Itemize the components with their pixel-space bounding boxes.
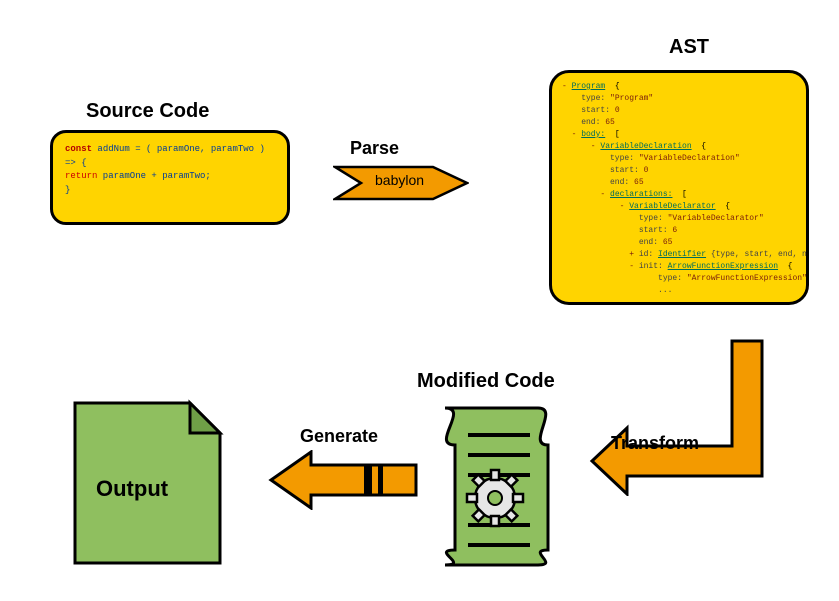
parse-arrow-icon: babylon <box>333 165 469 201</box>
gear-icon <box>467 470 523 526</box>
ast-l6: - VariableDeclaration { <box>562 141 796 153</box>
ast-l8: start: 0 <box>562 165 796 177</box>
ast-l4: end: 65 <box>562 117 796 129</box>
ast-l16: - init: ArrowFunctionExpression { <box>562 261 796 273</box>
transform-arrow-wrap <box>587 336 767 496</box>
ast-l2: type: "Program" <box>562 93 796 105</box>
ast-l14: end: 65 <box>562 237 796 249</box>
generate-label: Generate <box>300 426 378 447</box>
ast-l5: - body: [ <box>562 129 796 141</box>
diagram-canvas: Source Code const addNum = ( paramOne, p… <box>0 0 839 601</box>
output-title: Output <box>96 476 168 502</box>
generate-arrow-icon <box>266 450 421 510</box>
kw-return: return <box>65 171 97 181</box>
source-line-3: } <box>65 184 275 198</box>
source-rest-1: addNum = ( paramOne, paramTwo ) => { <box>65 144 265 168</box>
source-code-box: const addNum = ( paramOne, paramTwo ) =>… <box>50 130 290 225</box>
source-line-1: const addNum = ( paramOne, paramTwo ) =>… <box>65 143 275 170</box>
ast-l18: ... <box>562 285 796 297</box>
parse-arrow-wrap: babylon <box>333 165 469 201</box>
kw-const: const <box>65 144 92 154</box>
ast-l10: - declarations: [ <box>562 189 796 201</box>
ast-l3: start: 0 <box>562 105 796 117</box>
parse-tool-label: babylon <box>375 172 424 188</box>
ast-box: - Program { type: "Program" start: 0 end… <box>549 70 809 305</box>
ast-l11: - VariableDeclarator { <box>562 201 796 213</box>
ast-l17: type: "ArrowFunctionExpression" <box>562 273 796 285</box>
source-line-2: return paramOne + paramTwo; <box>65 170 275 184</box>
modified-code-scroll-icon <box>430 400 560 570</box>
ast-l1: - Program { <box>562 81 796 93</box>
ast-title: AST <box>669 36 709 59</box>
ast-l9: end: 65 <box>562 177 796 189</box>
parse-label: Parse <box>350 138 399 159</box>
ast-l13: start: 6 <box>562 225 796 237</box>
ast-l15: + id: Identifier {type, start, end, name… <box>562 249 796 261</box>
transform-label: Transform <box>611 433 699 454</box>
source-rest-2: paramOne + paramTwo; <box>97 171 210 181</box>
ast-l12: type: "VariableDeclarator" <box>562 213 796 225</box>
transform-arrow-icon <box>587 336 767 496</box>
source-title: Source Code <box>86 100 209 123</box>
modified-title: Modified Code <box>417 370 555 393</box>
generate-arrow-wrap <box>266 450 421 510</box>
ast-l7: type: "VariableDeclaration" <box>562 153 796 165</box>
